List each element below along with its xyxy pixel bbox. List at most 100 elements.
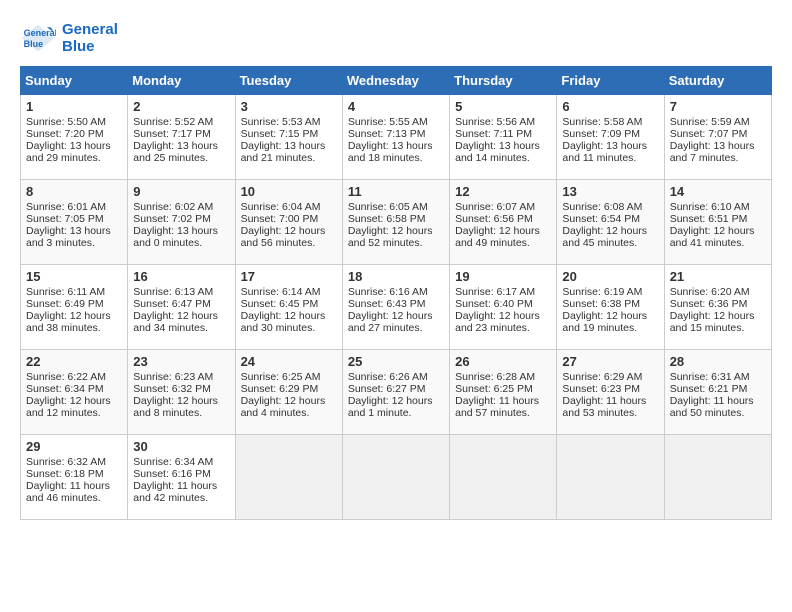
- sunset: Sunset: 6:49 PM: [26, 298, 104, 310]
- daylight: Daylight: 11 hours and 50 minutes.: [670, 395, 754, 419]
- sunrise: Sunrise: 6:11 AM: [26, 286, 105, 298]
- daylight: Daylight: 13 hours and 29 minutes.: [26, 140, 111, 164]
- daylight: Daylight: 12 hours and 1 minute.: [348, 395, 433, 419]
- day-cell-21: 21Sunrise: 6:20 AMSunset: 6:36 PMDayligh…: [664, 265, 771, 350]
- calendar-body: 1Sunrise: 5:50 AMSunset: 7:20 PMDaylight…: [21, 95, 772, 520]
- day-number: 11: [348, 184, 444, 199]
- empty-cell: [557, 435, 664, 520]
- sunrise: Sunrise: 6:22 AM: [26, 371, 106, 383]
- daylight: Daylight: 12 hours and 8 minutes.: [133, 395, 218, 419]
- sunset: Sunset: 6:56 PM: [455, 213, 533, 225]
- daylight: Daylight: 13 hours and 3 minutes.: [26, 225, 111, 249]
- day-number: 19: [455, 269, 551, 284]
- empty-cell: [342, 435, 449, 520]
- daylight: Daylight: 11 hours and 57 minutes.: [455, 395, 539, 419]
- calendar-week-3: 15Sunrise: 6:11 AMSunset: 6:49 PMDayligh…: [21, 265, 772, 350]
- empty-cell: [664, 435, 771, 520]
- day-number: 9: [133, 184, 229, 199]
- page-header: General Blue General Blue: [20, 20, 772, 56]
- sunset: Sunset: 6:29 PM: [241, 383, 319, 395]
- svg-text:Blue: Blue: [24, 39, 44, 49]
- day-number: 16: [133, 269, 229, 284]
- day-cell-8: 8Sunrise: 6:01 AMSunset: 7:05 PMDaylight…: [21, 180, 128, 265]
- daylight: Daylight: 12 hours and 15 minutes.: [670, 310, 755, 334]
- day-cell-6: 6Sunrise: 5:58 AMSunset: 7:09 PMDaylight…: [557, 95, 664, 180]
- day-cell-20: 20Sunrise: 6:19 AMSunset: 6:38 PMDayligh…: [557, 265, 664, 350]
- header-monday: Monday: [128, 67, 235, 95]
- day-number: 29: [26, 439, 122, 454]
- day-cell-9: 9Sunrise: 6:02 AMSunset: 7:02 PMDaylight…: [128, 180, 235, 265]
- daylight: Daylight: 13 hours and 14 minutes.: [455, 140, 540, 164]
- day-number: 22: [26, 354, 122, 369]
- sunset: Sunset: 7:07 PM: [670, 128, 748, 140]
- sunset: Sunset: 7:05 PM: [26, 213, 104, 225]
- daylight: Daylight: 12 hours and 12 minutes.: [26, 395, 111, 419]
- sunset: Sunset: 7:00 PM: [241, 213, 319, 225]
- logo-text-blue: Blue: [62, 38, 118, 55]
- day-cell-16: 16Sunrise: 6:13 AMSunset: 6:47 PMDayligh…: [128, 265, 235, 350]
- day-cell-30: 30Sunrise: 6:34 AMSunset: 6:16 PMDayligh…: [128, 435, 235, 520]
- sunset: Sunset: 7:13 PM: [348, 128, 426, 140]
- sunrise: Sunrise: 6:31 AM: [670, 371, 750, 383]
- sunset: Sunset: 6:32 PM: [133, 383, 211, 395]
- day-cell-17: 17Sunrise: 6:14 AMSunset: 6:45 PMDayligh…: [235, 265, 342, 350]
- daylight: Daylight: 12 hours and 4 minutes.: [241, 395, 326, 419]
- header-tuesday: Tuesday: [235, 67, 342, 95]
- sunrise: Sunrise: 6:23 AM: [133, 371, 213, 383]
- empty-cell: [450, 435, 557, 520]
- daylight: Daylight: 13 hours and 25 minutes.: [133, 140, 218, 164]
- daylight: Daylight: 12 hours and 49 minutes.: [455, 225, 540, 249]
- sunset: Sunset: 6:34 PM: [26, 383, 104, 395]
- calendar-week-2: 8Sunrise: 6:01 AMSunset: 7:05 PMDaylight…: [21, 180, 772, 265]
- day-cell-1: 1Sunrise: 5:50 AMSunset: 7:20 PMDaylight…: [21, 95, 128, 180]
- day-cell-29: 29Sunrise: 6:32 AMSunset: 6:18 PMDayligh…: [21, 435, 128, 520]
- day-cell-7: 7Sunrise: 5:59 AMSunset: 7:07 PMDaylight…: [664, 95, 771, 180]
- day-number: 5: [455, 99, 551, 114]
- logo: General Blue General Blue: [20, 20, 118, 56]
- day-number: 13: [562, 184, 658, 199]
- logo-text-general: General: [62, 21, 118, 38]
- sunrise: Sunrise: 6:05 AM: [348, 201, 428, 213]
- day-number: 4: [348, 99, 444, 114]
- weekday-header-row: Sunday Monday Tuesday Wednesday Thursday…: [21, 67, 772, 95]
- sunrise: Sunrise: 5:52 AM: [133, 116, 213, 128]
- sunrise: Sunrise: 5:59 AM: [670, 116, 750, 128]
- sunset: Sunset: 6:18 PM: [26, 468, 104, 480]
- day-cell-25: 25Sunrise: 6:26 AMSunset: 6:27 PMDayligh…: [342, 350, 449, 435]
- day-number: 27: [562, 354, 658, 369]
- day-number: 6: [562, 99, 658, 114]
- sunrise: Sunrise: 5:56 AM: [455, 116, 535, 128]
- day-number: 26: [455, 354, 551, 369]
- daylight: Daylight: 12 hours and 38 minutes.: [26, 310, 111, 334]
- sunrise: Sunrise: 6:25 AM: [241, 371, 321, 383]
- sunset: Sunset: 6:40 PM: [455, 298, 533, 310]
- day-cell-14: 14Sunrise: 6:10 AMSunset: 6:51 PMDayligh…: [664, 180, 771, 265]
- sunset: Sunset: 6:47 PM: [133, 298, 211, 310]
- sunrise: Sunrise: 6:20 AM: [670, 286, 750, 298]
- daylight: Daylight: 12 hours and 34 minutes.: [133, 310, 218, 334]
- day-number: 14: [670, 184, 766, 199]
- sunset: Sunset: 6:54 PM: [562, 213, 640, 225]
- day-number: 18: [348, 269, 444, 284]
- day-cell-3: 3Sunrise: 5:53 AMSunset: 7:15 PMDaylight…: [235, 95, 342, 180]
- daylight: Daylight: 12 hours and 19 minutes.: [562, 310, 647, 334]
- day-number: 30: [133, 439, 229, 454]
- empty-cell: [235, 435, 342, 520]
- header-saturday: Saturday: [664, 67, 771, 95]
- daylight: Daylight: 13 hours and 18 minutes.: [348, 140, 433, 164]
- day-cell-22: 22 Sunrise: 6:22 AMSunset: 6:34 PMDayligh…: [21, 350, 128, 435]
- day-cell-10: 10Sunrise: 6:04 AMSunset: 7:00 PMDayligh…: [235, 180, 342, 265]
- sunrise: Sunrise: 5:50 AM: [26, 116, 106, 128]
- sunset: Sunset: 7:09 PM: [562, 128, 640, 140]
- daylight: Daylight: 13 hours and 21 minutes.: [241, 140, 326, 164]
- sunset: Sunset: 6:23 PM: [562, 383, 640, 395]
- daylight: Daylight: 13 hours and 0 minutes.: [133, 225, 218, 249]
- day-cell-5: 5Sunrise: 5:56 AMSunset: 7:11 PMDaylight…: [450, 95, 557, 180]
- daylight: Daylight: 12 hours and 23 minutes.: [455, 310, 540, 334]
- sunset: Sunset: 6:25 PM: [455, 383, 533, 395]
- sunrise: Sunrise: 6:10 AM: [670, 201, 750, 213]
- sunrise: Sunrise: 6:14 AM: [241, 286, 321, 298]
- day-number: 20: [562, 269, 658, 284]
- calendar-week-5: 29Sunrise: 6:32 AMSunset: 6:18 PMDayligh…: [21, 435, 772, 520]
- sunrise: Sunrise: 6:19 AM: [562, 286, 642, 298]
